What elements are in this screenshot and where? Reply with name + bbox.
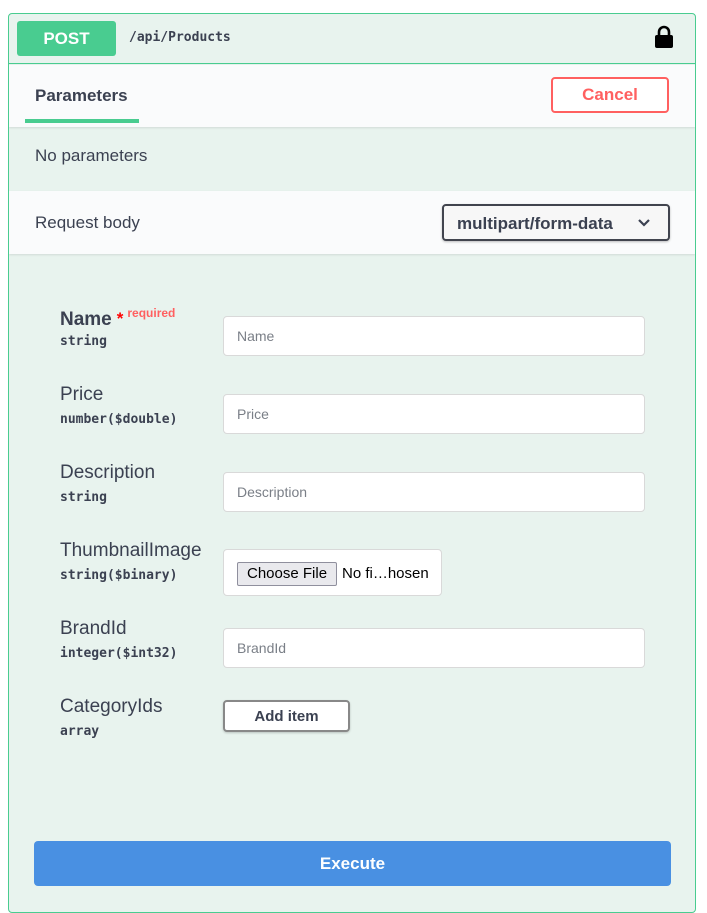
param-type: integer($int32)	[60, 646, 178, 661]
required-label: required	[127, 306, 176, 320]
param-name: Price	[60, 384, 104, 405]
operation-path: /api/Products	[129, 30, 231, 45]
name-input[interactable]	[223, 316, 645, 356]
param-type: string	[60, 490, 107, 505]
param-type: number($double)	[60, 412, 178, 427]
chevron-down-icon	[638, 219, 650, 227]
param-name: CategoryIds	[60, 696, 163, 717]
param-name: Description	[60, 462, 156, 483]
request-body-label: Request body	[35, 213, 140, 232]
method-badge: POST	[17, 21, 116, 56]
tab-parameters[interactable]: Parameters	[35, 86, 128, 106]
lock-icon[interactable]	[654, 25, 674, 49]
param-type: string	[60, 334, 107, 349]
description-input[interactable]	[223, 472, 645, 512]
content-type-value: multipart/form-data	[457, 214, 613, 233]
file-status-text: No fi…hosen	[342, 565, 429, 582]
execute-button[interactable]: Execute	[34, 841, 671, 886]
brandid-input[interactable]	[223, 628, 645, 668]
cancel-button[interactable]: Cancel	[551, 77, 669, 113]
required-star: *	[116, 309, 124, 328]
param-name: BrandId	[60, 618, 127, 639]
operation-summary[interactable]: POST /api/Products	[9, 14, 695, 64]
parameters-header: Parameters Cancel	[9, 65, 695, 127]
no-parameters-text: No parameters	[35, 146, 148, 165]
price-input[interactable]	[223, 394, 645, 434]
content-type-select[interactable]: multipart/form-data	[442, 204, 670, 241]
tab-active-indicator	[25, 119, 139, 123]
request-body-header: Request body multipart/form-data	[9, 191, 695, 254]
choose-file-button[interactable]: Choose File	[237, 562, 338, 586]
param-name: ThumbnailImage	[60, 540, 202, 561]
thumbnail-file-input[interactable]: Choose File No fi…hosen	[223, 549, 442, 596]
param-type: array	[60, 724, 100, 739]
add-item-button[interactable]: Add item	[223, 700, 350, 732]
operation-block: POST /api/Products Parameters Cancel No …	[8, 13, 696, 913]
param-name-label: Name	[60, 309, 112, 330]
param-type: string($binary)	[60, 568, 178, 583]
param-name: Name * required	[60, 306, 175, 331]
